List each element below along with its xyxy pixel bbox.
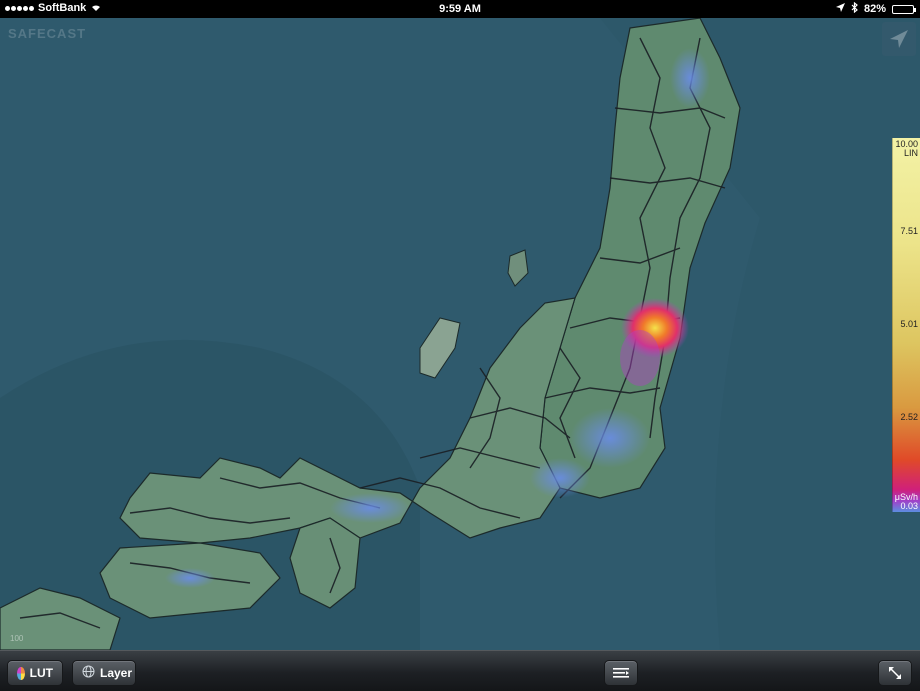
lut-button[interactable]: LUT [7,660,63,686]
layer-label: Layer [100,666,133,680]
expand-icon [889,667,901,679]
navigation-arrow-icon [890,30,908,48]
color-legend[interactable]: 10.00 LIN 7.51 5.01 2.52 μSv/h 0.03 [892,138,920,512]
battery-icon [892,4,916,14]
low-dose-kanto [570,408,650,468]
map-canvas[interactable] [0,18,920,650]
location-arrow-icon [835,3,845,15]
lut-label: LUT [29,666,53,680]
map-scale-label: 100 [10,634,24,643]
battery-percent: 82% [863,3,886,15]
low-dose-north [670,48,710,108]
low-dose-shikoku [165,568,215,588]
app-watermark: SAFECAST [8,26,87,41]
legend-scale-type: LIN [903,148,918,158]
globe-icon [82,665,95,681]
low-dose-tokyo [530,458,590,498]
hotspot-fringe [620,330,660,386]
legend-min: 0.03 [900,501,918,511]
legend-tick: 2.52 [900,412,918,422]
low-dose-kansai [330,493,410,523]
layer-button[interactable]: Layer [72,660,136,686]
status-right: 82% [835,1,916,16]
compass-button[interactable] [882,22,916,56]
clock: 9:59 AM [439,3,481,15]
palette-icon [17,666,25,680]
legend-tick: 5.01 [900,319,918,329]
bluetooth-icon [851,1,858,16]
legend-tick: 7.51 [900,226,918,236]
list-icon [613,668,629,678]
bottom-toolbar: LUT Layer [0,650,920,691]
radiation-map[interactable] [0,18,920,650]
status-bar: SoftBank 9:59 AM 82% [0,0,920,18]
expand-button[interactable] [878,660,912,686]
menu-button[interactable] [604,660,638,686]
